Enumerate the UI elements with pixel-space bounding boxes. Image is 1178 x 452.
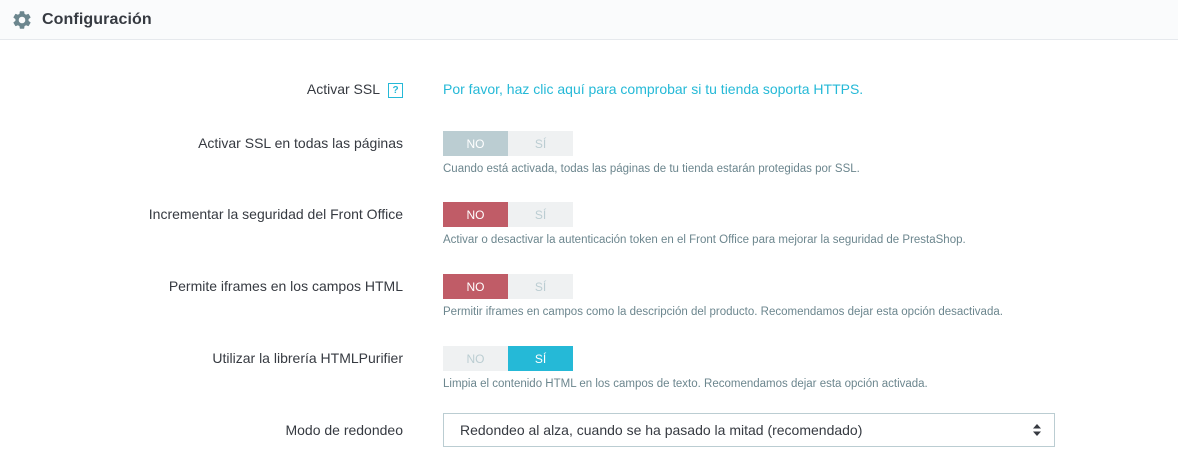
updown-caret-icon (1032, 423, 1042, 437)
https-check-link[interactable]: Por favor, haz clic aquí para comprobar … (443, 81, 863, 97)
help-icon[interactable]: ? (388, 83, 403, 98)
front-security-hint: Activar o desactivar la autenticación to… (443, 234, 966, 246)
front-security-yes-option[interactable]: SÍ (508, 202, 573, 227)
rounding-selected-value: Redondeo al alza, cuando se ha pasado la… (460, 422, 863, 438)
iframes-hint: Permitir iframes en campos como la descr… (443, 306, 1003, 318)
ssl-all-hint: Cuando está activada, todas las páginas … (443, 163, 860, 175)
iframes-yes-option[interactable]: SÍ (508, 274, 573, 299)
purifier-yes-option[interactable]: SÍ (508, 346, 573, 371)
iframes-no-option[interactable]: NO (443, 274, 508, 299)
front-security-no-option[interactable]: NO (443, 202, 508, 227)
gear-icon (11, 9, 33, 31)
ssl-all-no-option[interactable]: NO (443, 131, 508, 156)
ssl-all-yes-option[interactable]: SÍ (508, 131, 573, 156)
ssl-label: Activar SSL? (307, 81, 403, 98)
purifier-hint: Limpia el contenido HTML en los campos d… (443, 378, 928, 390)
front-security-label: Incrementar la seguridad del Front Offic… (148, 206, 403, 222)
purifier-no-option[interactable]: NO (443, 346, 508, 371)
rounding-select[interactable]: Redondeo al alza, cuando se ha pasado la… (443, 413, 1055, 447)
ssl-all-switch[interactable]: NO SÍ (443, 131, 573, 156)
ssl-all-label: Activar SSL en todas las páginas (198, 135, 403, 151)
page-title: Configuración (42, 10, 152, 28)
iframes-switch[interactable]: NO SÍ (443, 274, 573, 299)
iframes-label: Permite iframes en los campos HTML (168, 278, 403, 294)
front-security-switch[interactable]: NO SÍ (443, 202, 573, 227)
panel-header: Configuración (0, 0, 1178, 40)
purifier-switch[interactable]: NO SÍ (443, 346, 573, 371)
purifier-label: Utilizar la librería HTMLPurifier (212, 350, 403, 366)
rounding-label: Modo de redondeo (285, 422, 403, 438)
